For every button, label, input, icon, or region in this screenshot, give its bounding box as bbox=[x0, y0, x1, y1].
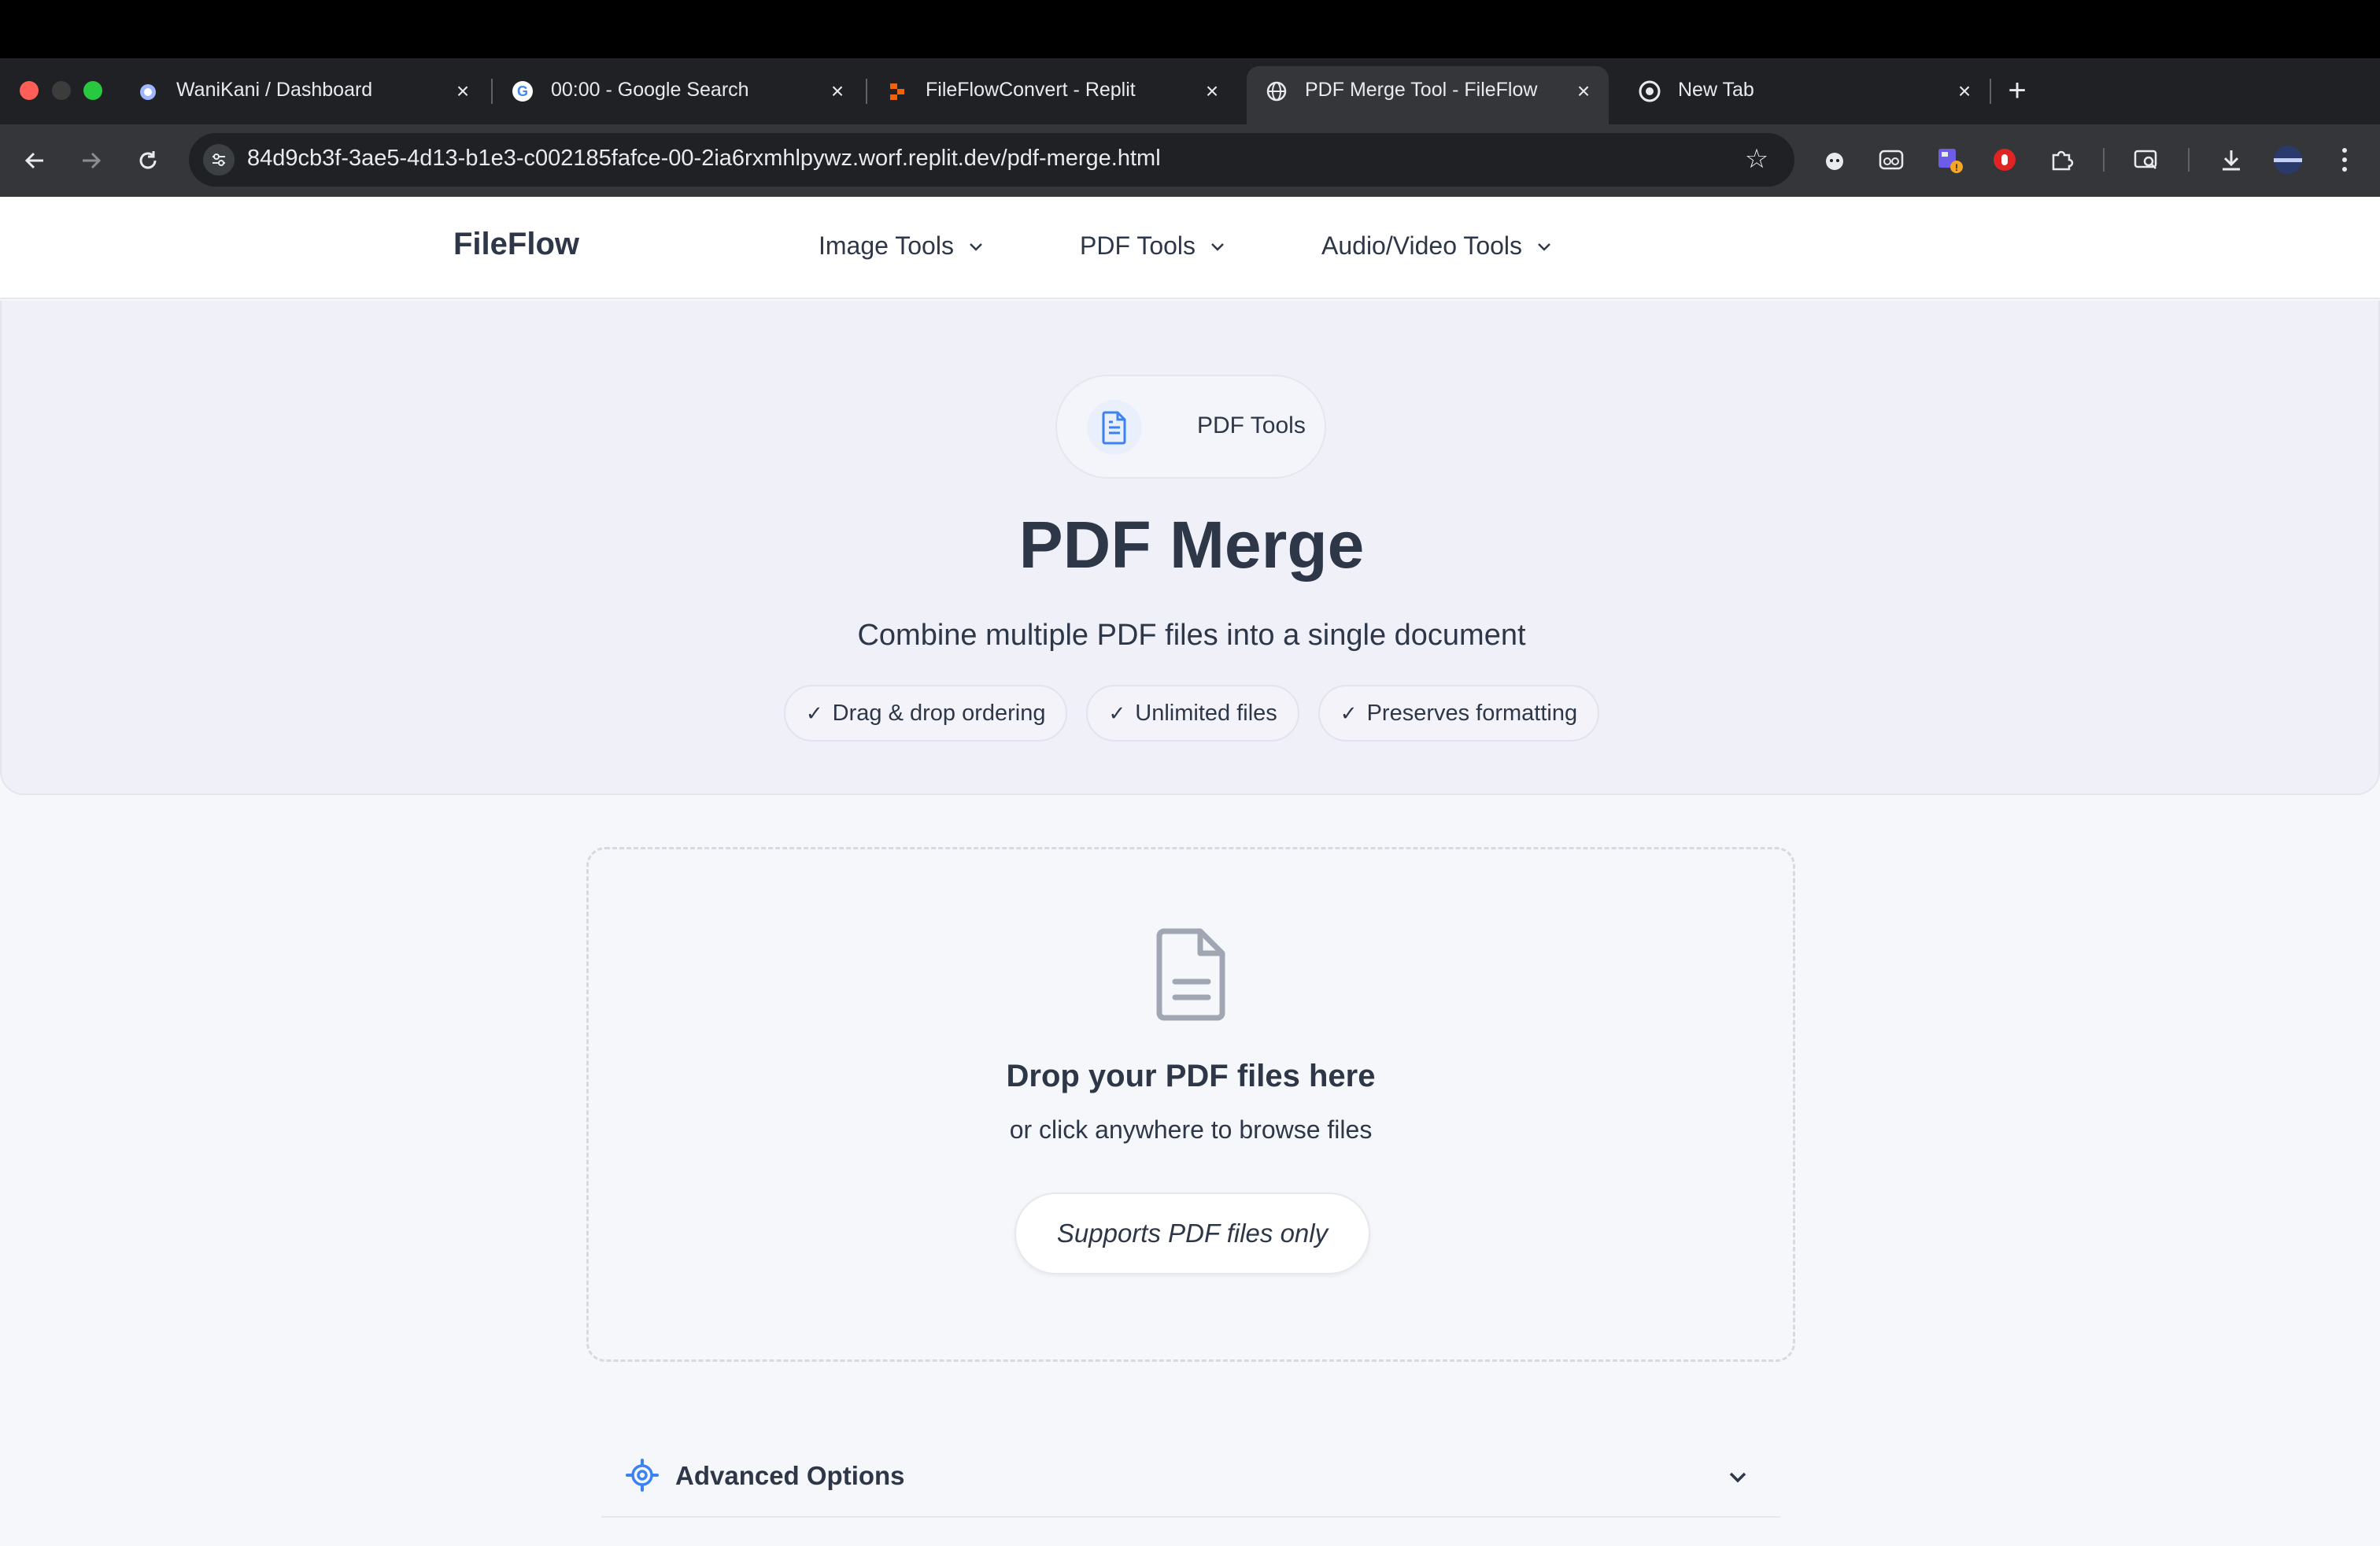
tab-separator bbox=[1990, 79, 1991, 104]
feature-badge: ✓ Unlimited files bbox=[1086, 685, 1299, 742]
tab-title: PDF Merge Tool - FileFlow bbox=[1305, 79, 1538, 101]
tab-search-icon[interactable] bbox=[2128, 142, 2164, 178]
dropzone-subtitle: or click anywhere to browse files bbox=[1009, 1115, 1373, 1144]
extensions-puzzle-icon[interactable] bbox=[2043, 142, 2079, 178]
tab-google-search[interactable]: G 00:00 - Google Search × bbox=[493, 66, 863, 115]
url-text[interactable]: 84d9cb3f-3ae5-4d13-b1e3-c002185fafce-00-… bbox=[247, 146, 1161, 172]
feature-badge: ✓ Drag & drop ordering bbox=[783, 685, 1068, 742]
chevron-down-icon bbox=[1211, 242, 1224, 251]
close-icon[interactable]: × bbox=[1196, 76, 1228, 107]
feature-list: ✓ Drag & drop ordering ✓ Unlimited files… bbox=[2, 685, 2380, 742]
forward-button[interactable] bbox=[71, 140, 112, 181]
chevron-down-icon bbox=[1729, 1472, 1746, 1483]
close-icon[interactable]: × bbox=[822, 76, 853, 107]
toolbar-separator bbox=[2103, 148, 2105, 172]
extension-hand-icon[interactable] bbox=[1986, 142, 2023, 178]
nav-label: PDF Tools bbox=[1080, 231, 1196, 260]
chrome-icon bbox=[1639, 80, 1661, 102]
window-maximize-button[interactable] bbox=[83, 81, 102, 100]
tab-new-tab[interactable]: New Tab × bbox=[1620, 66, 1990, 115]
new-tab-button[interactable]: + bbox=[1999, 72, 2035, 109]
page: FileFlow Image Tools PDF Tools Audio/Vid… bbox=[0, 197, 2380, 1546]
download-icon[interactable] bbox=[2213, 142, 2249, 178]
tab-title: FileFlowConvert - Replit bbox=[926, 79, 1136, 101]
file-dropzone[interactable]: Drop your PDF files here or click anywhe… bbox=[586, 847, 1795, 1362]
extension-glasses-icon[interactable] bbox=[1873, 142, 1909, 178]
bookmark-star-icon[interactable]: ☆ bbox=[1739, 142, 1774, 176]
feature-label: Unlimited files bbox=[1135, 700, 1277, 726]
reload-button[interactable] bbox=[128, 140, 168, 181]
system-menu-bar bbox=[0, 0, 2380, 58]
document-icon bbox=[1087, 400, 1142, 455]
reload-icon bbox=[139, 151, 157, 169]
advanced-options-label: Advanced Options bbox=[675, 1461, 905, 1490]
extension-notes-icon[interactable]: ! bbox=[1931, 142, 1968, 178]
nav-label: Audio/Video Tools bbox=[1321, 231, 1523, 260]
brand-logo[interactable]: FileFlow bbox=[453, 227, 579, 262]
nav-label: Image Tools bbox=[819, 231, 954, 260]
advanced-options-toggle[interactable]: Advanced Options bbox=[601, 1434, 1780, 1518]
tab-wanikani[interactable]: WaniKani / Dashboard × bbox=[118, 66, 488, 115]
supported-formats-badge: Supports PDF files only bbox=[1014, 1193, 1370, 1274]
tab-title: WaniKani / Dashboard bbox=[176, 79, 373, 101]
file-icon bbox=[1156, 928, 1225, 1021]
toolbar-separator bbox=[2188, 148, 2190, 172]
feature-label: Preserves formatting bbox=[1366, 700, 1578, 726]
google-icon: G bbox=[512, 80, 534, 102]
checkmark-icon: ✓ bbox=[805, 701, 823, 725]
svg-text:G: G bbox=[517, 83, 528, 99]
dropzone-title: Drop your PDF files here bbox=[1006, 1059, 1376, 1093]
nav-audio-video-tools[interactable]: Audio/Video Tools bbox=[1321, 231, 1554, 261]
wanikani-icon bbox=[137, 80, 159, 102]
feature-badge: ✓ Preserves formatting bbox=[1318, 685, 1600, 742]
category-label: PDF Tools bbox=[1197, 412, 1306, 438]
nav-pdf-tools[interactable]: PDF Tools bbox=[1080, 231, 1227, 261]
svg-text:!: ! bbox=[1955, 162, 1958, 173]
tab-title: New Tab bbox=[1678, 79, 1754, 101]
close-icon[interactable]: × bbox=[1568, 76, 1599, 107]
feature-label: Drag & drop ordering bbox=[832, 700, 1046, 726]
tab-replit[interactable]: FileFlowConvert - Replit × bbox=[867, 66, 1237, 115]
extension-cat-icon[interactable] bbox=[1816, 142, 1853, 178]
tab-pdf-merge[interactable]: PDF Merge Tool - FileFlow × bbox=[1247, 66, 1609, 124]
back-button[interactable] bbox=[14, 140, 55, 181]
category-pill: PDF Tools bbox=[1055, 375, 1326, 479]
arrow-right-icon bbox=[83, 152, 102, 169]
window-close-button[interactable] bbox=[20, 81, 39, 100]
chevron-down-icon bbox=[970, 242, 982, 251]
site-info-icon[interactable] bbox=[203, 144, 235, 176]
globe-icon bbox=[1266, 80, 1288, 102]
close-icon[interactable]: × bbox=[447, 76, 479, 107]
tab-title: 00:00 - Google Search bbox=[551, 79, 749, 101]
close-icon[interactable]: × bbox=[1949, 76, 1980, 107]
replit-icon bbox=[886, 80, 908, 102]
hero-section: PDF Tools PDF Merge Combine multiple PDF… bbox=[0, 301, 2380, 795]
nav-image-tools[interactable]: Image Tools bbox=[819, 231, 985, 261]
arrow-left-icon bbox=[24, 152, 43, 169]
page-title: PDF Merge bbox=[1018, 508, 1365, 582]
chevron-down-icon bbox=[1538, 242, 1550, 251]
settings-icon bbox=[626, 1459, 659, 1492]
site-navbar: FileFlow Image Tools PDF Tools Audio/Vid… bbox=[0, 197, 2380, 299]
checkmark-icon: ✓ bbox=[1108, 701, 1126, 725]
profile-avatar-icon[interactable] bbox=[2270, 142, 2306, 178]
page-subtitle: Combine multiple PDF files into a single… bbox=[857, 619, 1526, 652]
checkmark-icon: ✓ bbox=[1340, 701, 1358, 725]
window-minimize-button[interactable] bbox=[52, 81, 71, 100]
menu-dots-icon[interactable] bbox=[2326, 142, 2363, 178]
